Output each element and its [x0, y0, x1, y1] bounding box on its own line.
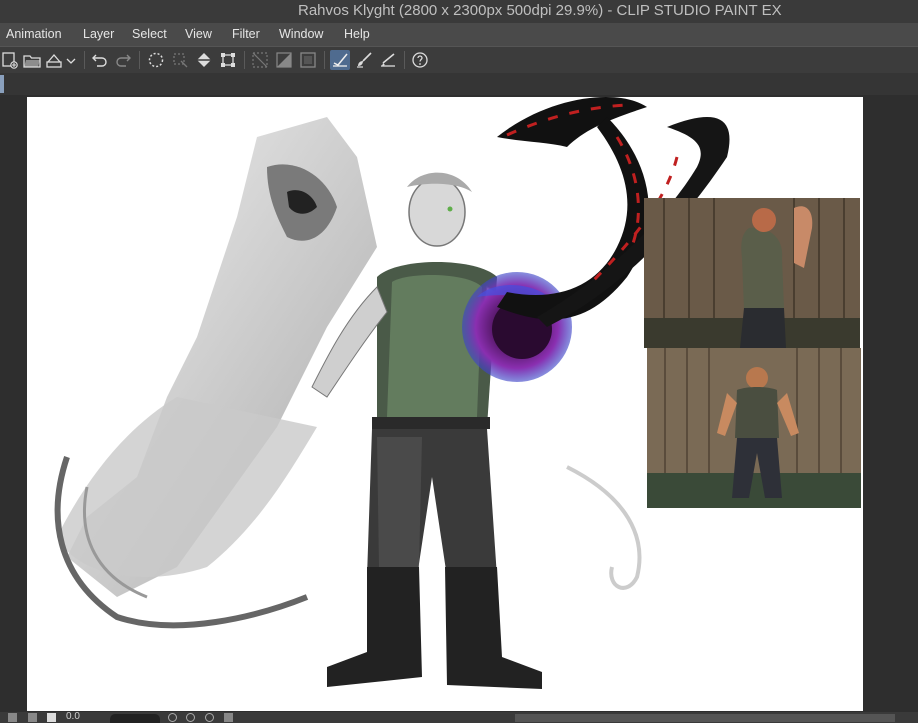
- toolbar-separator: [84, 51, 85, 69]
- deselect-icon[interactable]: [170, 50, 190, 70]
- zoom-slider-handle[interactable]: [47, 713, 56, 722]
- plus-icon[interactable]: [28, 713, 37, 722]
- panel-collapse-handle[interactable]: [0, 75, 4, 93]
- reference-image-top[interactable]: [644, 198, 860, 348]
- redo-icon[interactable]: [113, 50, 133, 70]
- menu-filter[interactable]: Filter: [232, 27, 260, 41]
- menu-select[interactable]: Select: [132, 27, 167, 41]
- menu-window[interactable]: Window: [279, 27, 323, 41]
- toolbar-separator: [404, 51, 405, 69]
- window-title: Rahvos Klyght (2800 x 2300px 500dpi 29.9…: [298, 2, 782, 19]
- title-bar: Rahvos Klyght (2800 x 2300px 500dpi 29.9…: [0, 0, 918, 23]
- dropdown-arrow-icon[interactable]: [64, 50, 78, 70]
- tool-property-strip: [0, 73, 918, 95]
- pen-check-icon[interactable]: [330, 50, 350, 70]
- toolbar-separator: [244, 51, 245, 69]
- help-icon[interactable]: [410, 50, 430, 70]
- menu-bar: Animation Layer Select View Filter Windo…: [0, 23, 918, 46]
- menu-animation[interactable]: Animation: [6, 27, 62, 41]
- toolbar-separator: [139, 51, 140, 69]
- reference-image-bottom[interactable]: [647, 348, 861, 508]
- drawing-canvas[interactable]: [27, 97, 863, 711]
- new-file-icon[interactable]: [0, 50, 20, 70]
- toolbar-separator: [324, 51, 325, 69]
- menu-help[interactable]: Help: [344, 27, 370, 41]
- command-bar: [0, 46, 918, 73]
- navigator-track[interactable]: [110, 714, 160, 723]
- menu-view[interactable]: View: [185, 27, 212, 41]
- lasso-select-icon[interactable]: [146, 50, 166, 70]
- rotate-left-icon[interactable]: [168, 713, 177, 722]
- open-folder-icon[interactable]: [22, 50, 42, 70]
- fill-icon[interactable]: [194, 50, 214, 70]
- frame-icon[interactable]: [298, 50, 318, 70]
- horizontal-scrollbar[interactable]: [515, 714, 895, 722]
- reset-rotation-icon[interactable]: [205, 713, 214, 722]
- correct-line-icon[interactable]: [378, 50, 398, 70]
- status-bar: 0.0: [0, 711, 918, 723]
- save-icon[interactable]: [44, 50, 64, 70]
- menu-layer[interactable]: Layer: [83, 27, 114, 41]
- flip-icon[interactable]: [224, 713, 233, 722]
- zoom-value[interactable]: 0.0: [66, 711, 80, 722]
- transform-icon[interactable]: [218, 50, 238, 70]
- brush-icon[interactable]: [354, 50, 374, 70]
- gradient-icon[interactable]: [274, 50, 294, 70]
- rotate-right-icon[interactable]: [186, 713, 195, 722]
- minus-icon[interactable]: [8, 713, 17, 722]
- undo-icon[interactable]: [90, 50, 110, 70]
- ruler-icon[interactable]: [250, 50, 270, 70]
